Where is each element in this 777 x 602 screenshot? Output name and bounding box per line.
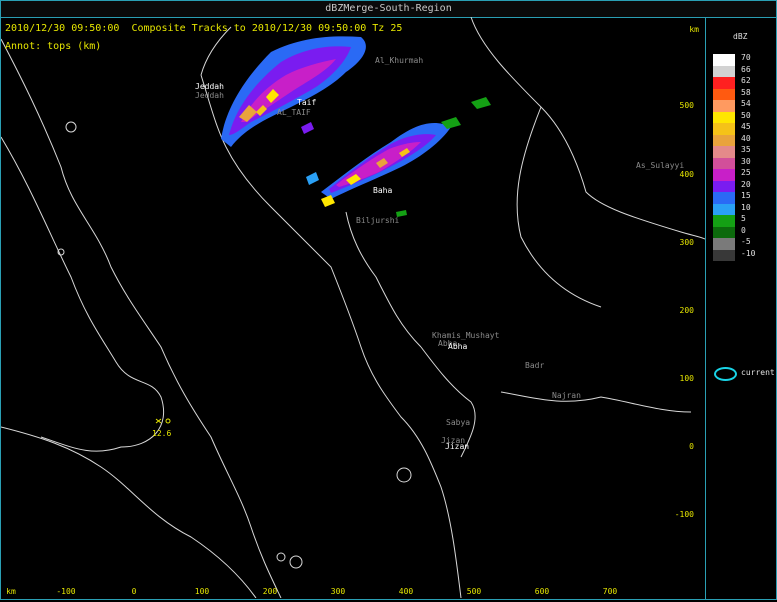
x-tick: 200: [263, 587, 278, 596]
legend-swatch: [713, 203, 735, 215]
panel-divider: [705, 17, 706, 599]
x-tick: 0: [132, 587, 137, 596]
legend-label: 35: [741, 145, 751, 154]
legend-swatch: [713, 146, 735, 158]
legend-label: 5: [741, 214, 746, 223]
legend-label: -5: [741, 237, 751, 246]
legend-swatch: [713, 100, 735, 112]
x-tick: 700: [603, 587, 618, 596]
legend-label: -10: [741, 248, 756, 258]
legend-swatch: [713, 226, 735, 238]
header-subtitle: Composite Tracks to 2010/12/30 09:50:00 …: [131, 23, 403, 34]
legend-label: 62: [741, 76, 751, 85]
y-tick: 0: [689, 442, 694, 451]
city-taif-code: AL_TAIF: [277, 108, 311, 117]
legend-label: 66: [741, 64, 751, 74]
legend-swatch: [713, 249, 735, 261]
y-axis: km 500 400 300 200 100 0 -100: [675, 25, 699, 519]
legend-swatch: [713, 65, 735, 77]
current-track-icon[interactable]: [714, 367, 737, 381]
y-tick: -100: [675, 510, 694, 519]
legend-swatch: [713, 54, 735, 66]
legend-label: 50: [741, 110, 751, 120]
current-track-label: current: [741, 368, 775, 377]
y-tick: 500: [680, 101, 695, 110]
legend-swatch: [713, 111, 735, 123]
header-line: 2010/12/30 09:50:00 Composite Tracks to …: [5, 23, 402, 34]
city-biljurshi: Biljurshi: [356, 216, 400, 225]
legend-title: dBZ: [733, 32, 748, 41]
y-tick: 200: [680, 306, 695, 315]
header-timestamp: 2010/12/30 09:50:00: [5, 23, 120, 34]
y-tick: 300: [680, 238, 695, 247]
legend-label: 58: [741, 87, 751, 97]
islands: [57, 121, 412, 569]
legend-swatch: [713, 134, 735, 146]
legend-swatch: [713, 180, 735, 192]
x-tick: -100: [56, 587, 75, 596]
color-legend: [713, 54, 735, 261]
coastline: [0, 16, 706, 599]
y-axis-unit: km: [689, 25, 699, 34]
x-axis: km -100 0 100 200 300 400 500 600 700: [6, 587, 617, 596]
city-taif: Taif: [297, 98, 316, 107]
x-tick: 600: [535, 587, 550, 596]
city-jizan: Jizan: [445, 442, 469, 451]
x-tick: 300: [331, 587, 346, 596]
window-title: dBZMerge-South-Region: [1, 1, 776, 18]
city-khurmah: Al_Khurmah: [375, 56, 423, 65]
legend-swatch: [713, 238, 735, 250]
legend-swatch: [713, 123, 735, 135]
legend-swatch: [713, 215, 735, 227]
legend-swatch: [713, 157, 735, 169]
city-sabya: Sabya: [446, 418, 470, 427]
legend-swatch: [713, 77, 735, 89]
y-tick: 100: [680, 374, 695, 383]
radar-map[interactable]: km -100 0 100 200 300 400 500 600 700 km…: [0, 16, 706, 599]
legend-label: 15: [741, 191, 751, 200]
legend-label: 54: [741, 99, 751, 108]
city-sulayyil: As_Sulayyi: [636, 161, 684, 170]
legend-label: 10: [741, 202, 751, 212]
legend-label: 40: [741, 133, 751, 143]
city-jeddah: Jeddah: [195, 82, 224, 91]
city-najran: Najran: [552, 391, 581, 400]
city-baha: Baha: [373, 186, 392, 195]
x-tick: 500: [467, 587, 482, 596]
radar-echoes: [221, 36, 491, 217]
legend-label: 0: [741, 225, 746, 235]
x-axis-unit: km: [6, 587, 16, 596]
x-tick: 100: [195, 587, 210, 596]
city-badr: Badr: [525, 361, 544, 370]
y-tick: 400: [680, 170, 695, 179]
legend-label: 45: [741, 122, 751, 131]
city-jeddah-code: Jeddah: [195, 91, 224, 100]
legend-swatch: [713, 88, 735, 100]
legend-swatch: [713, 169, 735, 181]
marker-value: 12.6: [152, 429, 171, 438]
legend-swatch: [713, 192, 735, 204]
legend-label: 30: [741, 156, 751, 166]
annotation-label: Annot: tops (km): [5, 41, 102, 52]
city-abha: Abha: [448, 342, 467, 351]
x-tick: 400: [399, 587, 414, 596]
legend-label: 25: [741, 168, 751, 177]
legend-label: 70: [741, 53, 751, 62]
legend-label: 20: [741, 179, 751, 189]
